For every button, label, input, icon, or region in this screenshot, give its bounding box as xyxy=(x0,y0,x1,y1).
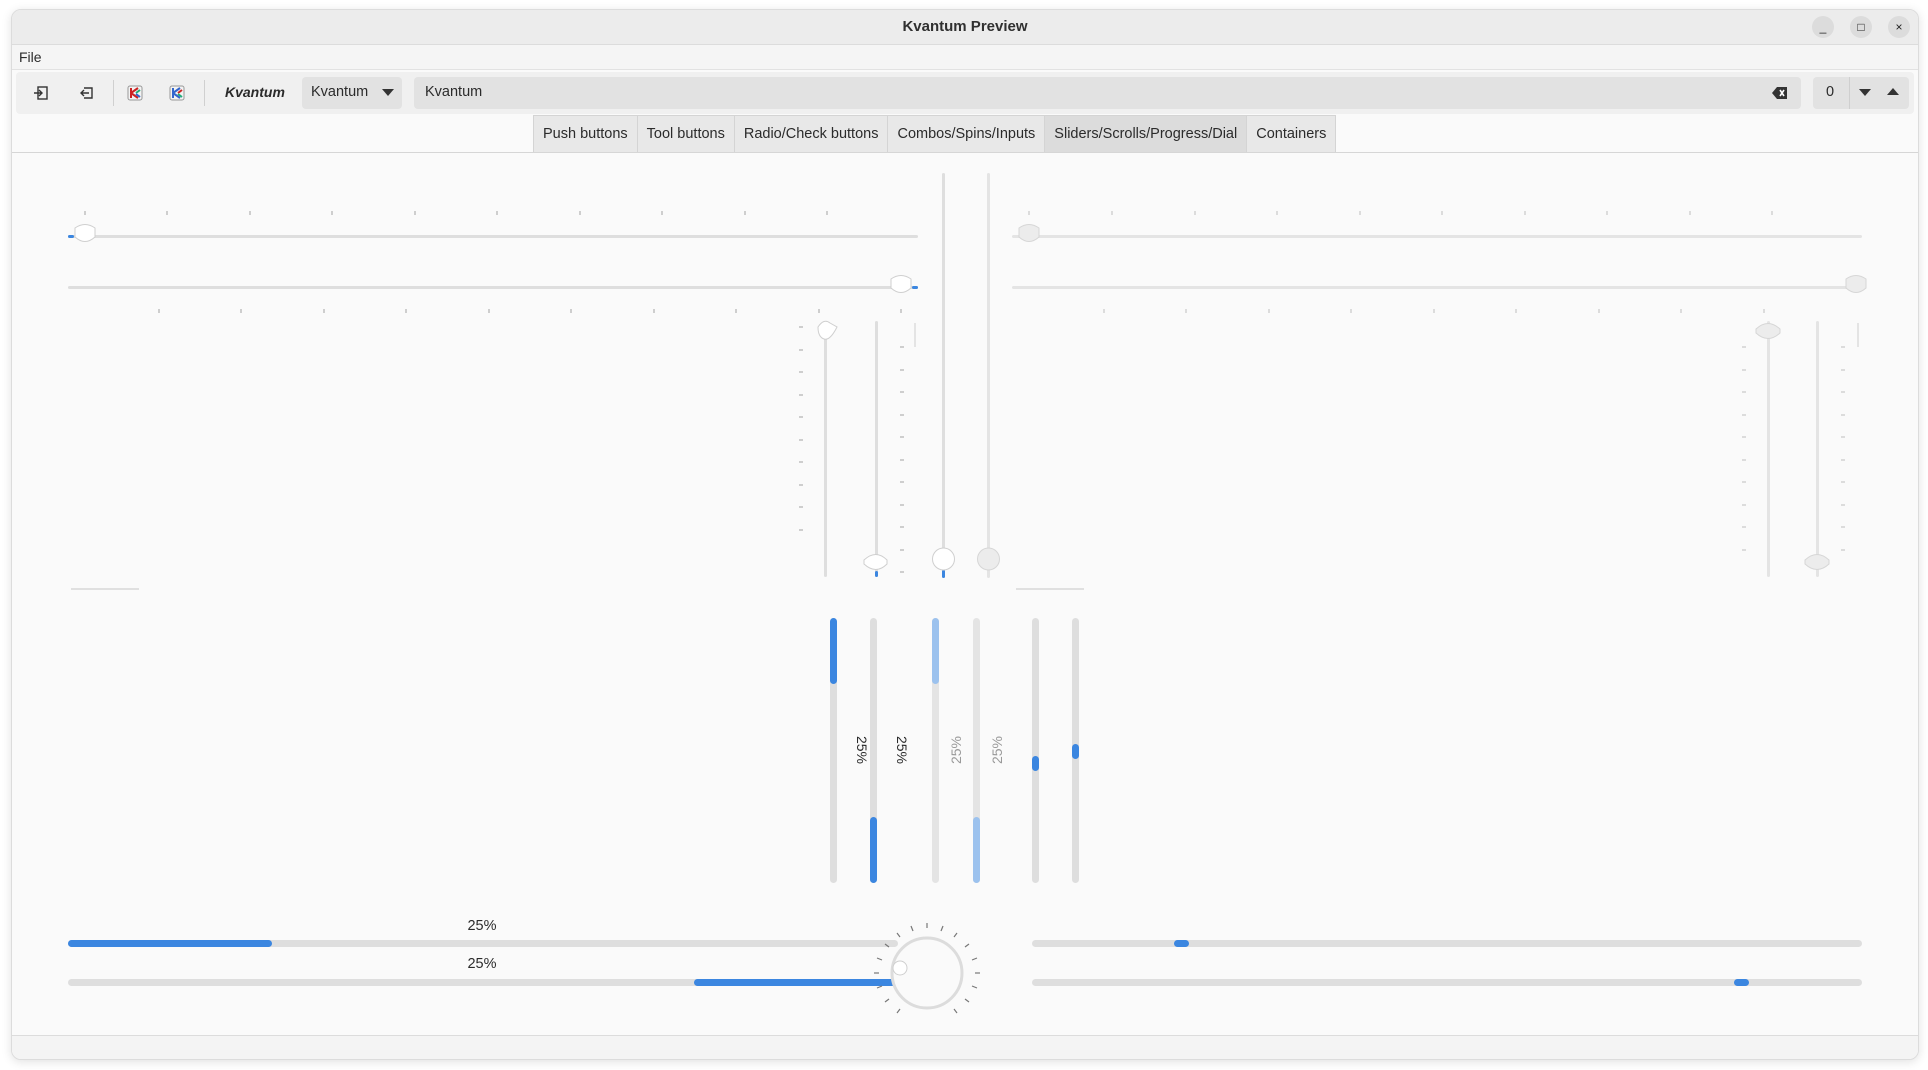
vertical-slider-right-b[interactable] xyxy=(1804,321,1859,577)
kvantum-preview-window: Kvantum Preview _ □ × File Kvantum Kvant… xyxy=(11,9,1919,1060)
clear-icon[interactable] xyxy=(1772,86,1788,100)
kvantum-logo-icon xyxy=(169,85,185,101)
spin-box[interactable]: 0 xyxy=(1813,77,1909,109)
style-label: Kvantum xyxy=(225,84,285,100)
close-icon: × xyxy=(1895,20,1903,34)
horizontal-slider-top-left[interactable] xyxy=(68,211,918,242)
export-icon xyxy=(80,87,93,99)
horizontal-slider-bottom-left[interactable] xyxy=(68,275,918,314)
window-title: Kvantum Preview xyxy=(902,18,1028,35)
toolbar-separator xyxy=(113,80,114,106)
combo-value: Kvantum xyxy=(311,84,369,100)
vertical-scrollbar-2[interactable] xyxy=(1072,618,1079,883)
spin-divider xyxy=(1849,77,1850,109)
horizontal-progress-label-2: 25% xyxy=(467,956,496,972)
minimize-button[interactable]: _ xyxy=(1812,16,1834,38)
chevron-down-icon xyxy=(382,89,394,96)
import-icon xyxy=(34,86,48,100)
divider xyxy=(1016,588,1084,590)
vertical-slider-left-b[interactable] xyxy=(863,321,916,577)
kvantum-logo-button-1[interactable] xyxy=(121,79,149,107)
dial[interactable] xyxy=(874,923,980,1014)
maximize-button[interactable]: □ xyxy=(1850,16,1872,38)
widgets-canvas: 25% 25% 25% 25% 25% 25% xyxy=(68,173,1867,1014)
vertical-slider-mid-b[interactable] xyxy=(977,173,1000,578)
vertical-progress-label-2: 25% xyxy=(894,736,910,764)
vertical-progress-label-1: 25% xyxy=(854,736,870,764)
divider xyxy=(71,588,139,590)
vertical-progress-label-3: 25% xyxy=(948,736,964,764)
vertical-progress-bar-2 xyxy=(870,618,877,883)
vertical-slider-right-a[interactable] xyxy=(1742,321,1781,577)
kvantum-logo-icon xyxy=(127,85,143,101)
horizontal-progress-bar-2 xyxy=(68,979,898,986)
vertical-progress-bar-1 xyxy=(830,618,837,883)
horizontal-progress-bar-1 xyxy=(68,940,898,947)
status-bar xyxy=(12,1035,1918,1059)
chevron-down-icon[interactable] xyxy=(1859,89,1871,97)
tab-push-buttons[interactable]: Push buttons xyxy=(533,115,638,153)
menu-bar: File xyxy=(12,45,1918,70)
spin-value: 0 xyxy=(1826,84,1835,100)
style-combo-box[interactable]: Kvantum xyxy=(302,77,402,109)
minimize-icon: _ xyxy=(1819,20,1827,34)
vertical-slider-left-a[interactable] xyxy=(799,320,838,577)
title-bar: Kvantum Preview _ □ × xyxy=(12,10,1918,45)
horizontal-scrollbar-1[interactable] xyxy=(1032,940,1862,947)
text-line-edit[interactable]: Kvantum xyxy=(414,77,1801,109)
maximize-icon: □ xyxy=(1857,20,1865,34)
horizontal-progress-label-1: 25% xyxy=(467,918,496,934)
vertical-slider-mid-a[interactable] xyxy=(932,173,955,578)
vertical-progress-bar-4 xyxy=(973,618,980,883)
tab-tool-buttons[interactable]: Tool buttons xyxy=(637,115,735,153)
export-button[interactable] xyxy=(73,79,101,107)
tab-bar: Push buttons Tool buttons Radio/Check bu… xyxy=(533,115,1337,153)
line-edit-text: Kvantum xyxy=(425,84,483,100)
vertical-progress-bar-3 xyxy=(932,618,939,883)
close-button[interactable]: × xyxy=(1888,16,1910,38)
import-button[interactable] xyxy=(27,79,55,107)
tab-combos-spins-inputs[interactable]: Combos/Spins/Inputs xyxy=(888,115,1046,153)
horizontal-slider-bottom-right[interactable] xyxy=(1012,275,1867,314)
horizontal-slider-top-right[interactable] xyxy=(1012,211,1862,242)
vertical-scrollbar-1[interactable] xyxy=(1032,618,1039,883)
menu-file[interactable]: File xyxy=(19,49,42,65)
vertical-progress-label-4: 25% xyxy=(989,736,1005,764)
tab-radio-check-buttons[interactable]: Radio/Check buttons xyxy=(734,115,889,153)
tab-containers[interactable]: Containers xyxy=(1247,115,1337,153)
kvantum-logo-button-2[interactable] xyxy=(163,79,191,107)
toolbar: Kvantum Kvantum Kvantum 0 xyxy=(16,72,1914,114)
sliders-tab-panel: 25% 25% 25% 25% 25% 25% xyxy=(12,152,1918,1033)
toolbar-separator xyxy=(204,80,205,106)
chevron-up-icon[interactable] xyxy=(1887,88,1899,96)
horizontal-scrollbar-2[interactable] xyxy=(1032,979,1862,986)
tab-sliders-scrolls-progress-dial[interactable]: Sliders/Scrolls/Progress/Dial xyxy=(1045,115,1248,153)
